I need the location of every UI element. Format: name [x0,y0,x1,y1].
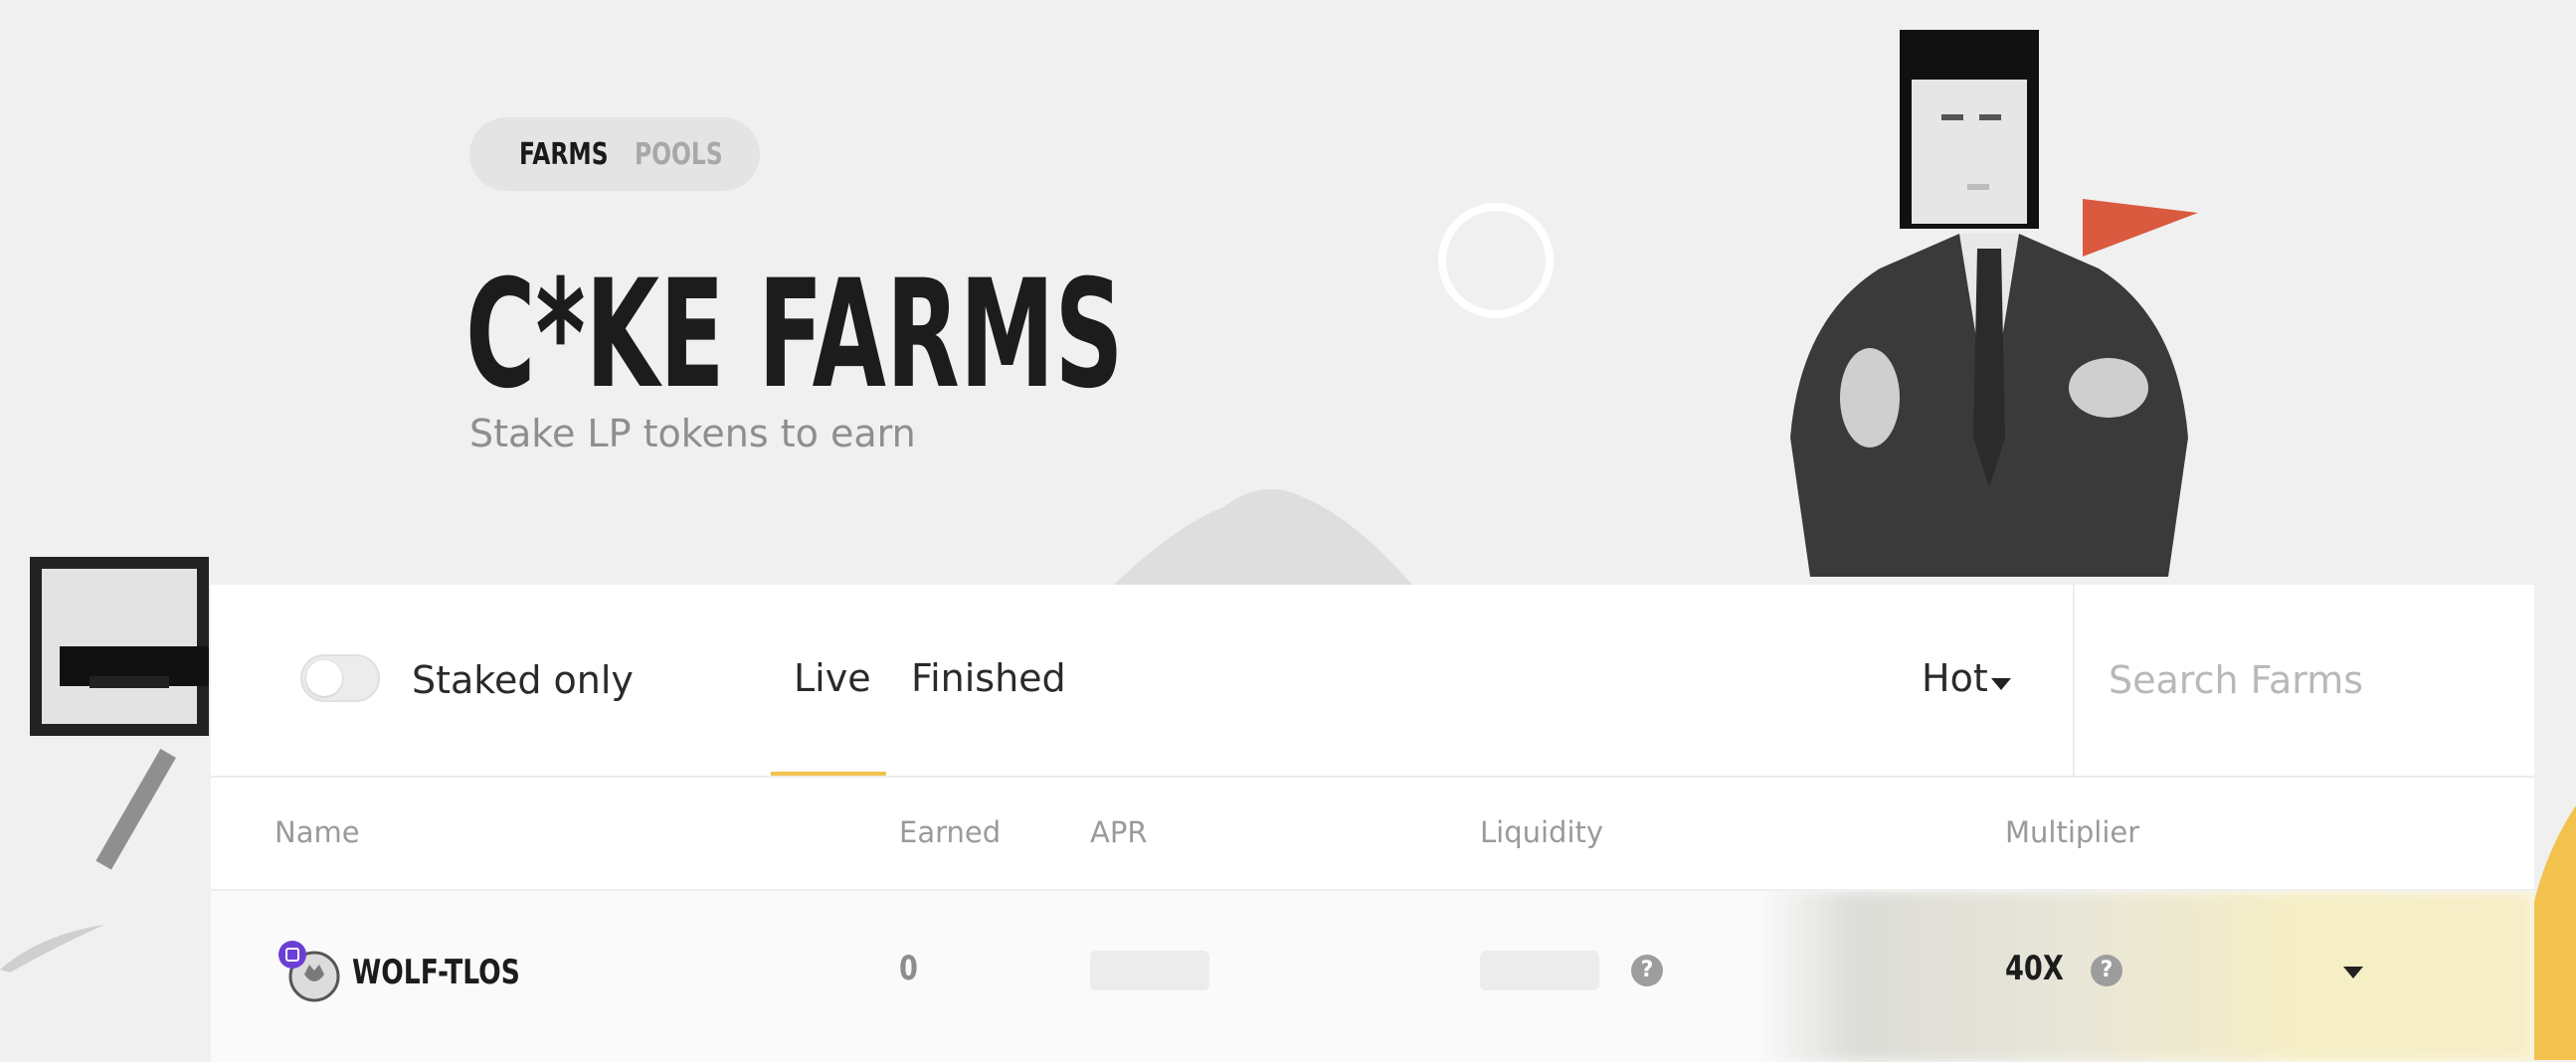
question-icon[interactable]: ? [1631,955,1663,986]
column-header-multiplier: Multiplier [2005,815,2140,849]
staked-only-toggle[interactable] [300,654,380,702]
hero-section: FARMS POOLS C*KE FARMS Stake LP tokens t… [0,0,2576,1060]
filter-toolbar: Staked only Live Finished Hot [211,585,2534,778]
sort-dropdown[interactable]: Hot [1922,656,1988,700]
farms-panel: Staked only Live Finished Hot Name Earne… [211,585,2534,1062]
caret-down-icon[interactable] [1991,678,2011,690]
chevron-down-icon[interactable] [2343,967,2363,978]
farm-pair-name: WOLF-TLOS [352,953,520,992]
decorative-feather [0,925,104,973]
table-row[interactable]: WOLF-TLOS 0 ? 40X ? [211,889,2534,1062]
page-title: C*KE FARMS [465,249,1124,422]
tab-finished[interactable]: Finished [911,656,1066,700]
decorative-mound [1114,489,1412,585]
apr-loading-skeleton [1090,951,1209,990]
active-tab-indicator [771,772,886,776]
farms-pools-switch[interactable]: FARMS POOLS [469,117,760,191]
page-subtitle: Stake LP tokens to earn [469,412,916,455]
question-icon[interactable]: ? [2091,955,2122,986]
toolbar-divider [2073,585,2075,776]
earned-value: 0 [899,949,918,988]
tab-live[interactable]: Live [794,656,871,700]
search-input[interactable] [2107,644,2508,716]
pixel-cat-illustration [30,557,209,870]
liquidity-loading-skeleton [1480,951,1599,990]
multiplier-value: 40X [2005,949,2064,988]
decorative-flag [2083,199,2198,257]
table-header: Name Earned APR Liquidity Multiplier [211,778,2534,887]
toggle-knob [306,660,342,696]
column-header-liquidity: Liquidity [1480,815,1604,849]
wolf-tlos-token-icon [278,941,340,1002]
column-header-apr: APR [1090,815,1148,849]
decorative-ring [1438,203,1554,318]
farms-tab[interactable]: FARMS [519,137,609,172]
row-highlight [1762,891,2534,1062]
staked-only-label: Staked only [412,658,634,702]
column-header-earned: Earned [899,815,1002,849]
pools-tab[interactable]: POOLS [635,137,723,172]
businessman-illustration [1790,30,2188,577]
column-header-name: Name [275,815,360,849]
